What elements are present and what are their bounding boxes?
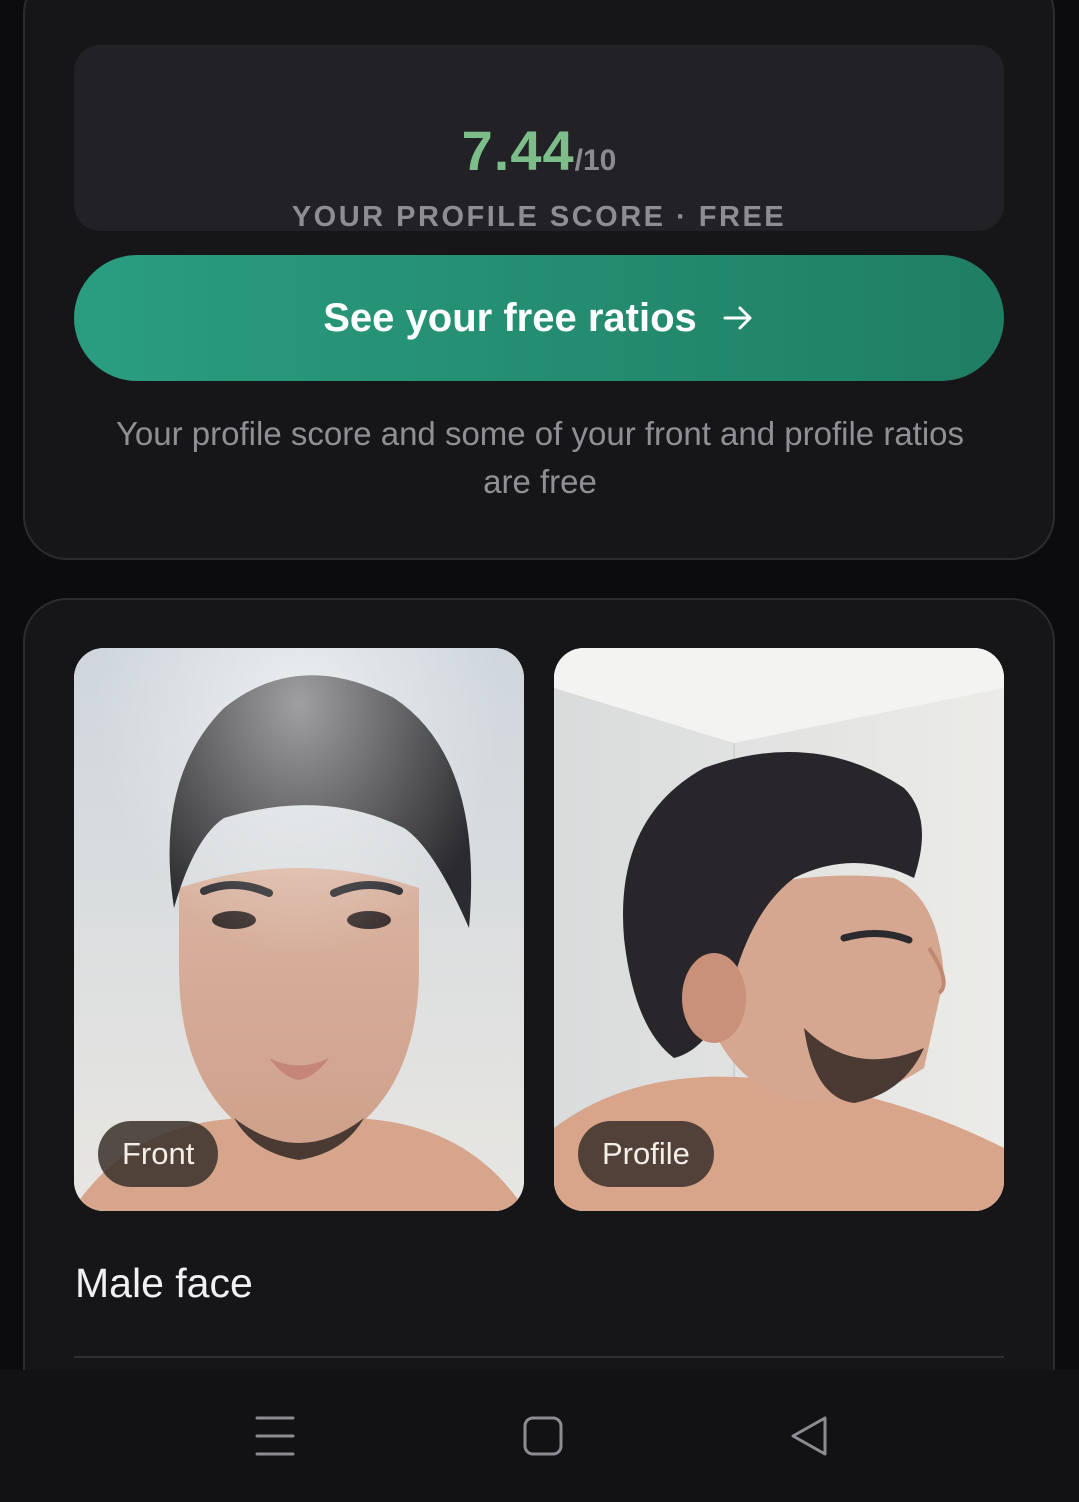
home-square-icon[interactable] [515,1408,571,1464]
cta-label: See your free ratios [323,295,697,340]
menu-icon[interactable] [247,1408,303,1464]
score-value: 7.44 [461,119,575,182]
score-caption: YOUR PROFILE SCORE · FREE [291,201,787,233]
back-triangle-icon[interactable] [781,1408,837,1464]
section-divider [74,1356,1004,1358]
app-screen: 7.44/10 YOUR PROFILE SCORE · FREE See yo… [0,0,1079,1502]
score-line: 7.44/10 [74,123,1004,179]
arrow-right-icon [721,301,755,335]
score-max: /10 [574,144,617,177]
system-navbar [0,1370,1079,1502]
front-photo-label: Front [98,1121,219,1187]
free-info-note: Your profile score and some of your fron… [115,415,965,500]
section-title: Male face [75,1260,253,1306]
front-photo[interactable]: Front [74,648,524,1211]
profile-photo[interactable]: Profile [554,648,1004,1211]
profile-photo-label: Profile [578,1121,714,1187]
see-free-ratios-button[interactable]: See your free ratios [74,255,1004,381]
profile-score-panel: 7.44/10 YOUR PROFILE SCORE · FREE [74,45,1004,233]
